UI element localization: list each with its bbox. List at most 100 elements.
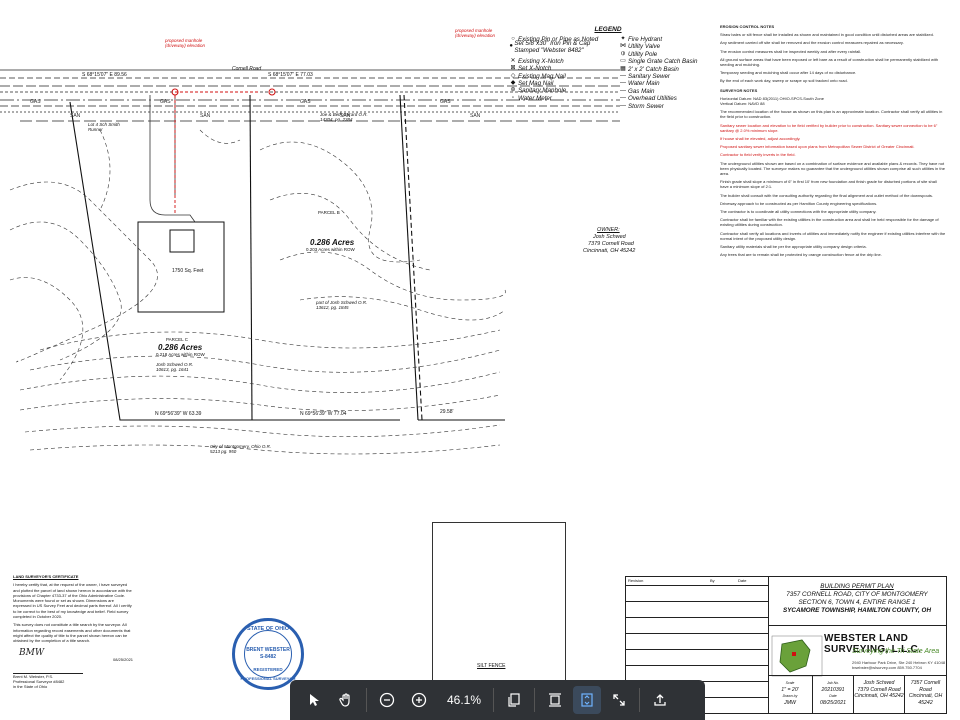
note-paragraph: Driveway approach to be constructed as p… <box>720 200 878 206</box>
bearing-top-2: S 68°15'07" E 77.03 <box>268 72 313 78</box>
page-view-button[interactable] <box>500 686 528 714</box>
svg-text:GAS: GAS <box>300 99 311 105</box>
note-paragraph: All ground surface areas that have been … <box>720 56 939 68</box>
date-value: 08/25/2021 <box>820 699 846 706</box>
rev-header: Revision <box>628 578 644 583</box>
silt-fence-detail: SILT FENCE <box>432 522 566 694</box>
fullscreen-button[interactable] <box>605 686 633 714</box>
legend-item: ▭ Single Grate Catch Basin <box>618 58 708 65</box>
erosion-notes: EROSION CONTROL NOTES Straw bales or sil… <box>720 24 946 261</box>
silt-fence-caption: SILT FENCE <box>477 663 506 669</box>
legend-item: ⊛ Sanitary Manhole <box>508 87 608 94</box>
site-city: Cincinnati, OH 45242 <box>908 693 943 706</box>
legend: LEGEND ○ Existing Pin or Pipe as Noted ● S… <box>508 26 708 110</box>
certificate-title: LAND SURVEYOR'S CERTIFICATE <box>13 574 79 579</box>
scale-cell: Scale 1" = 20' Drawn by JMW <box>768 676 813 713</box>
note-paragraph: Contractor shall verify all locations an… <box>720 230 946 241</box>
adjacent-owner-4: City of Montgomery, Ohio O.R. 5213 pg. 9… <box>210 444 272 454</box>
plan-title-1: BUILDING PERMIT PLAN <box>820 583 894 590</box>
road-label: Cornell Road <box>232 66 262 72</box>
note-paragraph: The underground utilities shown are base… <box>720 160 945 177</box>
legend-item: — Overhead Utilities <box>620 95 677 103</box>
note-paragraph: Any trees that are to remain shall be pr… <box>720 252 882 258</box>
signature-graphic: BMW <box>19 647 45 658</box>
rev-date-header: Date <box>738 578 747 583</box>
site-address: 7357 Cornell Road <box>910 680 941 693</box>
company-address: 2940 Harbour Park Drive, Ste 240 Hebron … <box>852 660 946 670</box>
house-area: 1750 Sq. Feet <box>172 268 204 274</box>
red-note: If house shall be elevated, adjust accor… <box>720 136 801 142</box>
datum-line: Vertical Datum: NAVD 88 <box>720 101 765 107</box>
surveyor-seal: STATE OF OHIO BRENT WEBSTER S-8482 REGIS… <box>232 618 304 690</box>
zoom-in-button[interactable] <box>405 686 433 714</box>
seal-state: STATE OF OHIO <box>247 626 289 632</box>
catch-basin-icon: ▭ <box>620 58 626 65</box>
bearing-bottom-2: N 69°56'39" W 77.04 <box>300 411 347 417</box>
zoom-level[interactable]: 46.1% <box>441 693 487 707</box>
gas-line-icon: — <box>620 87 626 94</box>
select-tool-button[interactable] <box>300 686 328 714</box>
certificate-body: I hereby certify that, at the request of… <box>13 582 132 620</box>
upload-icon <box>654 694 666 706</box>
note-paragraph: Any sediment carried off site shall be r… <box>720 40 904 46</box>
svg-text:GAS: GAS <box>160 99 171 105</box>
mag-nail-set-icon: ◆ <box>510 79 516 86</box>
seal-number: S-8482 <box>259 654 277 660</box>
proposed-manhole-note-1: proposed manhole (driveway) elevation <box>165 38 206 48</box>
owner-address: 7379 Cornell Road <box>588 241 634 247</box>
storm-line-icon: — <box>620 102 626 109</box>
note-paragraph: Finish grade shall slope a minimum of 6"… <box>720 179 937 190</box>
pages-icon <box>508 693 520 707</box>
plan-info-row: Scale 1" = 20' Drawn by JMW Job No. 2021… <box>768 675 946 713</box>
datum-title: SURVEYOR NOTES <box>720 87 758 93</box>
fit-height-icon <box>549 693 561 707</box>
certificate-body-2: This survey does not constitute a title … <box>13 622 131 644</box>
parcel-b-area: 0.286 Acres <box>310 238 355 247</box>
catch-basin-2-icon: ▦ <box>620 65 626 72</box>
fit-height-button[interactable] <box>541 686 569 714</box>
sanitary-line-icon: — <box>620 72 626 79</box>
plan-title-3: SECTION 6, TOWN 4, ENTIRE RANGE 1 <box>798 599 916 606</box>
manhole-icon: ⊛ <box>510 87 516 94</box>
legend-item: ⊠ Set X-Notch <box>508 65 608 72</box>
note-paragraph: The contractor is to coordinate all util… <box>720 209 877 215</box>
legend-title: LEGEND <box>594 26 622 33</box>
note-paragraph: The erosion control measures shall be in… <box>720 48 862 54</box>
job-cell: Job No. 20210391 Date 08/25/2021 <box>813 676 854 713</box>
site-cell: 7357 Cornell Road Cincinnati, OH 45242 <box>905 676 946 713</box>
pan-tool-button[interactable] <box>332 686 360 714</box>
parcel-b-label: PARCEL B <box>318 210 340 215</box>
legend-item: ✦ Fire Hydrant <box>618 36 708 43</box>
seal-name: BRENT WEBSTER <box>246 647 290 653</box>
svg-text:GAS: GAS <box>30 99 41 105</box>
legend-item: — Gas Main <box>620 87 655 95</box>
svg-text:SAN: SAN <box>70 113 81 119</box>
owner-name: Josh Schwed <box>593 234 626 240</box>
minus-circle-icon <box>379 692 395 708</box>
legend-item: ● Set 5/8"x30" Iron Pin & Cap Stamped "We… <box>509 40 591 55</box>
parcel-c-label: PARCEL C <box>166 337 189 342</box>
legend-item: — Sanitary Sewer <box>620 72 670 80</box>
owner-city: Cincinnati, OH 45242 <box>583 248 636 254</box>
plus-circle-icon <box>411 692 427 708</box>
x-notch-icon: ✕ <box>510 57 516 64</box>
legend-item: ◆ Set Mag Nail <box>508 80 608 87</box>
overhead-line-icon: — <box>620 95 626 102</box>
plan-title-4: SYCAMORE TOWNSHIP, HAMILTON COUNTY, OH <box>783 607 931 614</box>
note-paragraph: By the end of each work day, sweep or sc… <box>720 78 848 84</box>
red-note: Proposed sanitary sewer information base… <box>720 144 915 150</box>
share-button[interactable] <box>646 686 674 714</box>
fit-width-button[interactable] <box>573 686 601 714</box>
legend-item: ▦ 2' x 2' Catch Basin <box>618 66 708 73</box>
note-paragraph: Straw bales or silt fence shall be insta… <box>720 32 934 38</box>
pointer-icon <box>310 694 319 706</box>
rev-by-header: By <box>710 578 715 583</box>
note-paragraph: The builder shall consult with the consu… <box>720 192 934 198</box>
parcel-c-area: 0.286 Acres <box>158 343 203 352</box>
bearing-bottom: N 69°56'39" W 63.39 <box>155 411 202 417</box>
water-meter-icon: ▫ <box>511 94 515 101</box>
company-block: WEBSTER LAND SURVEYING, L.L.C. Surveying… <box>768 625 946 676</box>
zoom-out-button[interactable] <box>373 686 401 714</box>
red-note: Contractor to field verify inverts in th… <box>720 152 796 158</box>
note-paragraph: Contractor shall be familiar with the ex… <box>720 217 939 228</box>
